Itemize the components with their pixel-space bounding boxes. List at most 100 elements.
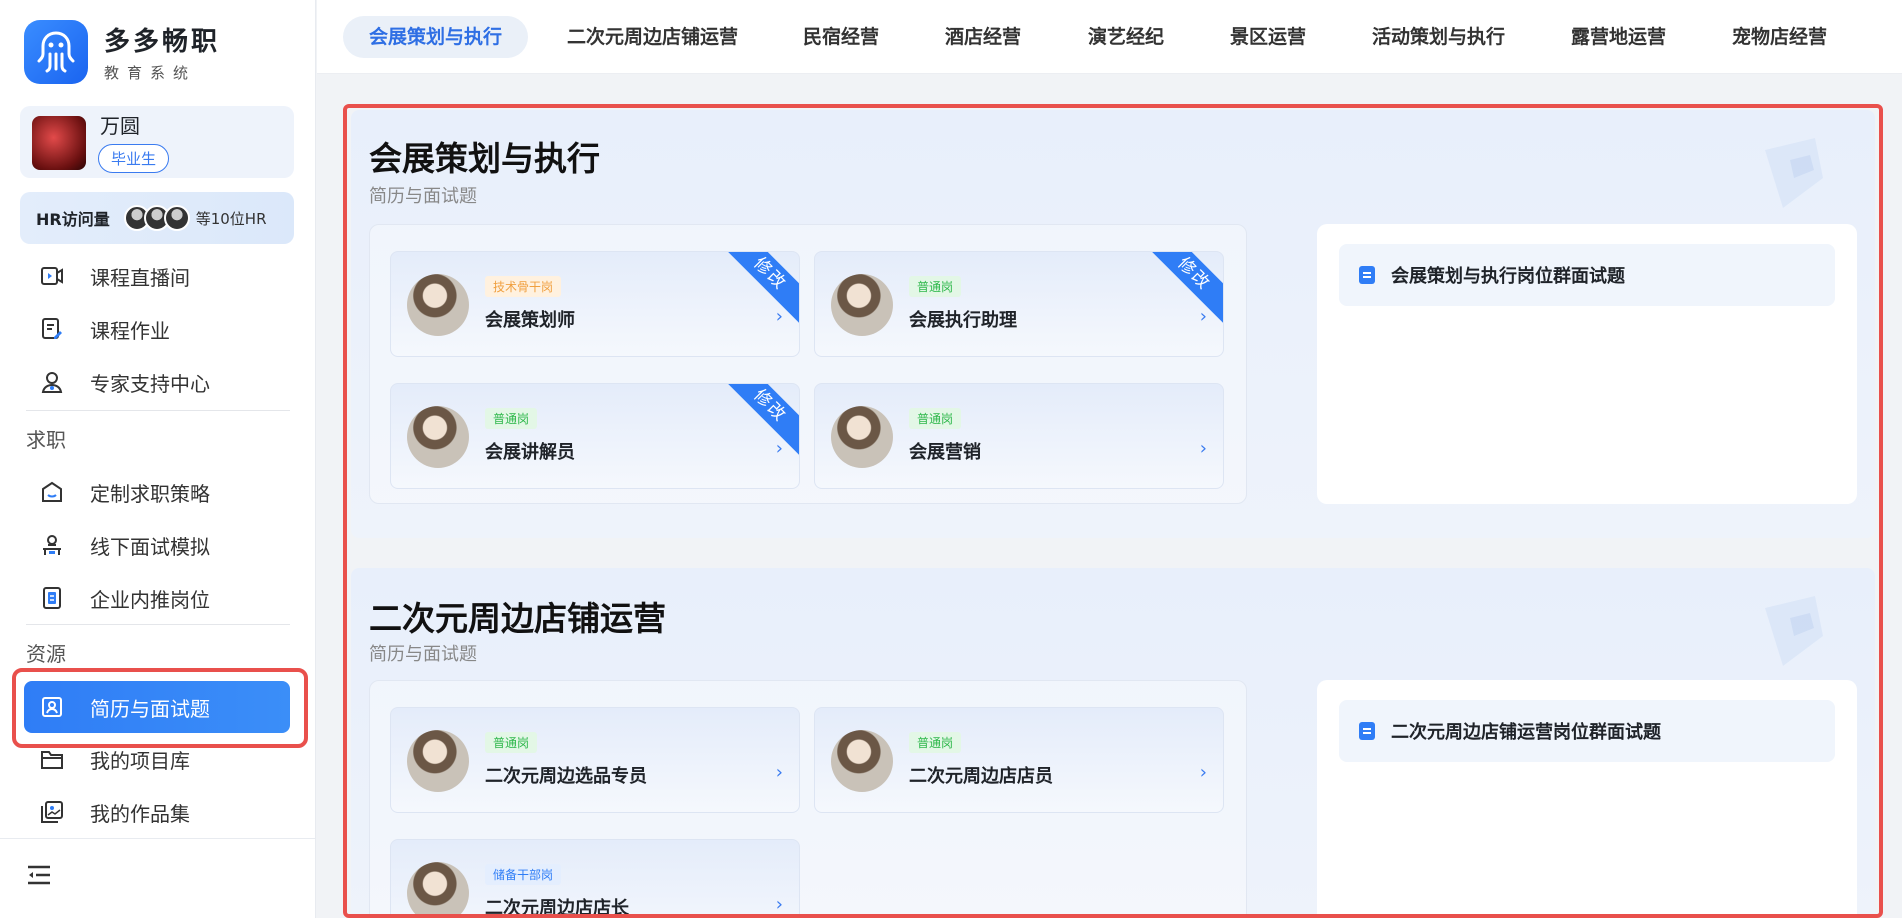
section-title-resource: 资源 xyxy=(26,642,66,666)
job-name: 二次元周边选品专员 xyxy=(485,766,647,787)
chevron-right-icon: › xyxy=(775,438,783,459)
folder-icon xyxy=(24,748,80,770)
job-tag: 技术骨干岗 xyxy=(485,276,562,297)
sidebar-item-label: 课程作业 xyxy=(90,318,170,343)
interview-question-item[interactable]: 二次元周边店铺运营岗位群面试题 xyxy=(1339,700,1835,762)
edit-ribbon[interactable]: 修改 xyxy=(721,384,799,455)
portfolio-icon xyxy=(24,800,80,824)
sidebar-item-referral[interactable]: 企业内推岗位 xyxy=(24,576,292,620)
job-photo xyxy=(831,274,893,336)
job-cards-panel: 技术骨干岗 会展策划师 › 修改 普通岗 会展执行助理 › 修改 普通岗 会展讲… xyxy=(369,224,1247,504)
job-tag: 普通岗 xyxy=(485,732,538,753)
job-name: 会展策划师 xyxy=(485,310,575,331)
interview-question-item[interactable]: 会展策划与执行岗位群面试题 xyxy=(1339,244,1835,306)
sidebar-item-portfolio[interactable]: 我的作品集 xyxy=(24,790,292,834)
job-photo xyxy=(407,862,469,914)
job-photo xyxy=(407,406,469,468)
tab-homestay[interactable]: 民宿经营 xyxy=(803,16,879,58)
job-tag: 普通岗 xyxy=(485,408,538,429)
document-icon xyxy=(1359,266,1375,284)
tab-pet-store[interactable]: 宠物店经营 xyxy=(1732,16,1827,58)
sidebar-item-label: 企业内推岗位 xyxy=(90,587,210,612)
job-name: 二次元周边店店员 xyxy=(909,766,1053,787)
edit-ribbon[interactable]: 修改 xyxy=(721,252,799,323)
referral-icon xyxy=(24,586,80,610)
document-icon xyxy=(1359,722,1375,740)
interview-question-label: 二次元周边店铺运营岗位群面试题 xyxy=(1391,722,1661,743)
sidebar-item-homework[interactable]: 课程作业 xyxy=(24,307,292,351)
hr-count-text: 等10位HR xyxy=(195,209,267,228)
tab-exhibition[interactable]: 会展策划与执行 xyxy=(343,16,529,58)
job-card[interactable]: 普通岗 会展营销 › xyxy=(814,383,1224,489)
hr-visits-label: HR访问量 xyxy=(36,210,110,229)
job-photo xyxy=(831,406,893,468)
job-cards-panel: 普通岗 二次元周边选品专员 › 普通岗 二次元周边店店员 › 储备干部岗 二次元… xyxy=(369,680,1247,918)
tab-event[interactable]: 活动策划与执行 xyxy=(1372,16,1505,58)
tab-anime-store[interactable]: 二次元周边店铺运营 xyxy=(567,16,738,58)
interview-panel: 会展策划与执行岗位群面试题 xyxy=(1317,224,1857,504)
sidebar-divider xyxy=(26,410,290,411)
avatar xyxy=(32,116,86,170)
resume-icon xyxy=(24,695,80,719)
decorative-illustration-icon xyxy=(1765,596,1823,666)
sidebar-item-label: 定制求职策略 xyxy=(90,481,210,506)
job-tag: 储备干部岗 xyxy=(485,864,562,885)
job-photo xyxy=(831,730,893,792)
job-tag: 普通岗 xyxy=(909,732,962,753)
tab-scenic[interactable]: 景区运营 xyxy=(1230,16,1306,58)
hr-avatar-group xyxy=(123,205,190,231)
job-card[interactable]: 普通岗 会展执行助理 › 修改 xyxy=(814,251,1224,357)
tab-performance[interactable]: 演艺经纪 xyxy=(1088,16,1164,58)
job-name: 二次元周边店店长 xyxy=(485,898,629,918)
sidebar-item-projects[interactable]: 我的项目库 xyxy=(24,737,292,781)
section-title: 二次元周边店铺运营 xyxy=(369,599,666,638)
section-exhibition: 会展策划与执行 简历与面试题 技术骨干岗 会展策划师 › 修改 普通岗 会展执行… xyxy=(351,110,1875,538)
job-card[interactable]: 储备干部岗 二次元周边店店长 › xyxy=(390,839,800,918)
expert-icon xyxy=(24,370,80,394)
job-name: 会展营销 xyxy=(909,442,981,463)
chevron-right-icon: › xyxy=(775,306,783,327)
sidebar: 多多畅职 教育系统 万圆 毕业生 HR访问量 等10位HR 课程直播间 课程作业 xyxy=(0,0,316,918)
sidebar-item-expert[interactable]: 专家支持中心 xyxy=(24,360,292,404)
tab-hotel[interactable]: 酒店经营 xyxy=(945,16,1021,58)
section-title-job: 求职 xyxy=(26,428,66,452)
brand-subtitle: 教育系统 xyxy=(104,64,197,82)
decorative-illustration-icon xyxy=(1765,138,1823,208)
category-tabs: 会展策划与执行 二次元周边店铺运营 民宿经营 酒店经营 演艺经纪 景区运营 活动… xyxy=(317,0,1902,74)
sidebar-item-live[interactable]: 课程直播间 xyxy=(24,254,292,298)
job-photo xyxy=(407,730,469,792)
sidebar-item-label: 线下面试模拟 xyxy=(90,534,210,559)
chevron-right-icon: › xyxy=(775,894,783,915)
sidebar-item-interview-mock[interactable]: 线下面试模拟 xyxy=(24,523,292,567)
brand-logo[interactable]: 多多畅职 教育系统 xyxy=(24,20,220,84)
chevron-right-icon: › xyxy=(1199,762,1207,783)
homework-icon xyxy=(24,317,80,341)
job-card[interactable]: 技术骨干岗 会展策划师 › 修改 xyxy=(390,251,800,357)
tab-camping[interactable]: 露营地运营 xyxy=(1571,16,1666,58)
job-card[interactable]: 普通岗 二次元周边店店员 › xyxy=(814,707,1224,813)
sidebar-item-label: 专家支持中心 xyxy=(90,371,210,396)
interview-question-label: 会展策划与执行岗位群面试题 xyxy=(1391,266,1625,287)
job-card[interactable]: 普通岗 二次元周边选品专员 › xyxy=(390,707,800,813)
edit-ribbon[interactable]: 修改 xyxy=(1145,252,1223,323)
sidebar-item-label: 课程直播间 xyxy=(90,265,190,290)
job-photo xyxy=(407,274,469,336)
user-name: 万圆 xyxy=(100,114,140,138)
job-tag: 普通岗 xyxy=(909,276,962,297)
job-tag: 普通岗 xyxy=(909,408,962,429)
sidebar-item-strategy[interactable]: 定制求职策略 xyxy=(24,470,292,514)
job-card[interactable]: 普通岗 会展讲解员 › 修改 xyxy=(390,383,800,489)
user-card[interactable]: 万圆 毕业生 xyxy=(20,106,294,178)
sidebar-item-label: 我的作品集 xyxy=(90,801,190,826)
sidebar-item-label: 我的项目库 xyxy=(90,748,190,773)
chevron-right-icon: › xyxy=(1199,438,1207,459)
chevron-right-icon: › xyxy=(775,762,783,783)
hr-visits-card[interactable]: HR访问量 等10位HR xyxy=(20,192,294,244)
interview-icon xyxy=(24,533,80,557)
sidebar-item-resume[interactable]: 简历与面试题 xyxy=(24,681,290,733)
job-name: 会展执行助理 xyxy=(909,310,1017,331)
section-subtitle: 简历与面试题 xyxy=(369,186,477,207)
collapse-sidebar-icon[interactable] xyxy=(26,864,54,892)
strategy-icon xyxy=(24,480,80,504)
status-badge: 毕业生 xyxy=(98,144,170,173)
